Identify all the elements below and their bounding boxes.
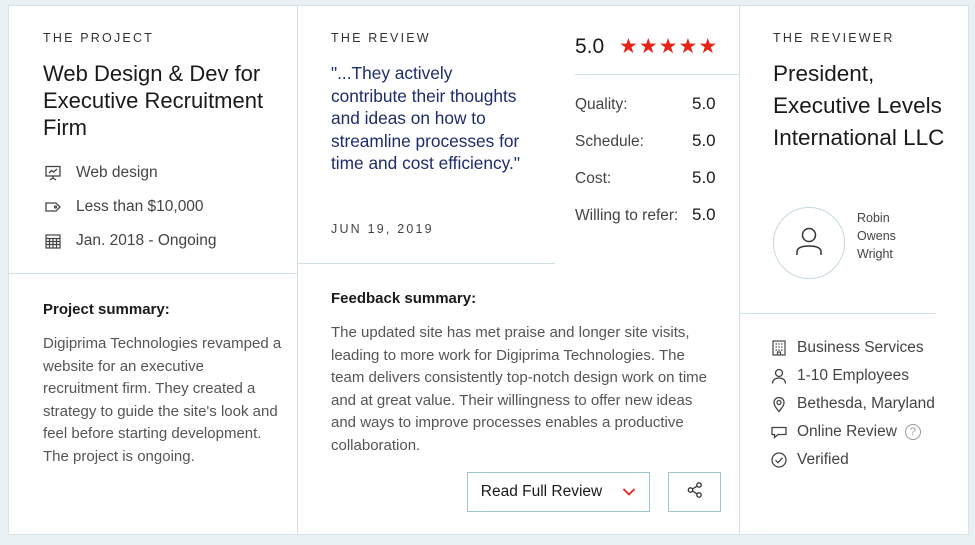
project-service: Web design (43, 163, 158, 183)
review-source-text: Online Review (797, 423, 897, 440)
review-verified: Verified (769, 450, 849, 470)
rating-label-willing-to-refer: Willing to refer: (575, 207, 679, 224)
reviewer-company-size: 1-10 Employees (769, 366, 909, 386)
share-button[interactable] (668, 472, 721, 512)
reviewer-name: Robin Owens Wright (857, 211, 896, 261)
feedback-summary-text: The updated site has met praise and long… (331, 324, 708, 454)
review-section-label: THE REVIEW (331, 31, 431, 45)
project-section-label: THE PROJECT (43, 31, 155, 45)
row-divider (740, 313, 936, 314)
reviewer-section-label: THE REVIEWER (773, 31, 895, 45)
reviewer-company-size-text: 1-10 Employees (797, 367, 910, 384)
reviewer-industry: Business Services (769, 338, 924, 358)
column-divider (297, 6, 298, 534)
star-icon: ★ (658, 35, 678, 58)
feedback-summary-heading: Feedback summary: (331, 290, 477, 307)
help-icon[interactable]: ? (904, 424, 921, 440)
overall-score: 5.0 (575, 35, 605, 58)
rating-label-schedule: Schedule: (575, 133, 644, 150)
read-full-review-label: Read Full Review (480, 483, 603, 500)
tag-icon (43, 197, 63, 217)
column-divider (739, 6, 740, 534)
row-divider (9, 273, 297, 274)
chevron-down-icon (622, 487, 636, 497)
reviewer-location: Bethesda, Maryland (769, 394, 935, 414)
reviewer-industry-text: Business Services (797, 339, 924, 356)
rating-label-quality: Quality: (575, 96, 628, 113)
share-icon (686, 481, 704, 504)
presentation-icon (43, 163, 63, 183)
review-verified-text: Verified (797, 451, 849, 468)
reviewer-location-text: Bethesda, Maryland (797, 395, 935, 412)
project-title: Web Design & Dev for Executive Recruitme… (43, 61, 264, 140)
reviewer-title: President, Executive Levels Internationa… (773, 61, 945, 150)
project-dates: Jan. 2018 - Ongoing (43, 231, 216, 251)
star-icon: ★ (619, 35, 638, 58)
calendar-icon (43, 231, 63, 251)
read-full-review-button[interactable]: Read Full Review (467, 472, 650, 512)
project-summary-text: Digiprima Technologies revamped a websit… (43, 335, 282, 465)
rating-value-schedule: 5.0 (692, 131, 716, 150)
check-circle-icon (769, 450, 789, 470)
review-quote: "...They actively contribute their thoug… (331, 63, 520, 174)
rating-value-quality: 5.0 (692, 94, 716, 113)
rating-value-willing-to-refer: 5.0 (692, 205, 716, 224)
building-icon (769, 338, 789, 358)
project-budget: Less than $10,000 (43, 197, 204, 217)
rating-value-cost: 5.0 (692, 168, 716, 187)
review-card: THE PROJECT Web Design & Dev for Executi… (8, 5, 969, 535)
star-icon: ★ (698, 35, 718, 58)
project-service-text: Web design (76, 164, 158, 181)
chat-bubble-icon (769, 422, 789, 442)
avatar (773, 207, 845, 279)
row-divider (297, 263, 555, 264)
row-divider (575, 74, 739, 75)
user-avatar-icon (794, 225, 824, 262)
project-budget-text: Less than $10,000 (76, 198, 204, 215)
project-dates-text: Jan. 2018 - Ongoing (76, 232, 217, 249)
star-rating: ★ ★ ★ ★ ★ (619, 36, 717, 58)
location-pin-icon (769, 394, 789, 414)
star-icon: ★ (678, 35, 698, 58)
project-summary-heading: Project summary: (43, 301, 170, 318)
review-source: Online Review ? (769, 422, 921, 442)
review-date: JUN 19, 2019 (331, 222, 434, 236)
star-icon: ★ (638, 35, 658, 58)
person-icon (769, 366, 789, 386)
rating-label-cost: Cost: (575, 170, 612, 187)
